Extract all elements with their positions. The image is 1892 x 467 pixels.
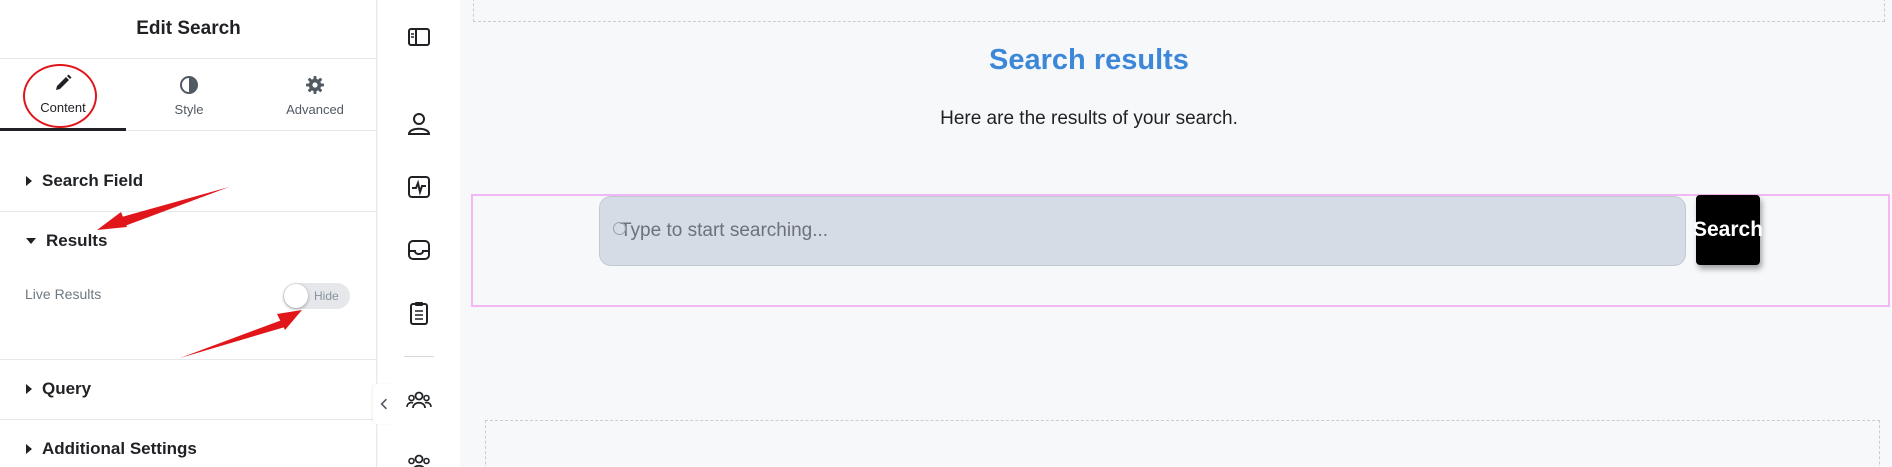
user-icon[interactable]	[402, 107, 436, 141]
caret-down-icon	[26, 238, 36, 244]
toggle-text: Hide	[314, 289, 339, 303]
users-icon[interactable]	[402, 446, 436, 467]
caret-right-icon	[26, 176, 32, 186]
clipboard-icon[interactable]	[402, 296, 436, 330]
sidebar-toggle-icon[interactable]	[402, 20, 436, 54]
toggle-knob	[284, 284, 308, 308]
panel-tabs: Content Style Advanced	[0, 60, 377, 131]
tab-style-label: Style	[174, 101, 204, 117]
caret-right-icon	[26, 384, 32, 394]
caret-right-icon	[26, 444, 32, 454]
section-results-header[interactable]: Results	[26, 231, 107, 251]
half-circle-icon	[180, 75, 198, 94]
inbox-icon[interactable]	[402, 233, 436, 267]
activity-icon[interactable]	[402, 170, 436, 204]
section-additional-settings-title: Additional Settings	[42, 439, 197, 458]
editor-panel: Edit Search Content Style Advanced Searc…	[0, 0, 377, 467]
section-placeholder-top	[473, 0, 1885, 22]
search-input[interactable]	[599, 196, 1686, 266]
section-search-field: Search Field	[0, 132, 377, 212]
section-results-title: Results	[46, 231, 108, 250]
section-search-field-header[interactable]: Search Field	[26, 171, 143, 191]
strip-divider	[404, 356, 434, 357]
users-icon[interactable]	[402, 383, 436, 417]
section-placeholder-bottom	[485, 420, 1880, 467]
section-query: Query	[0, 360, 377, 420]
search-icon	[613, 222, 626, 235]
collapse-panel-button[interactable]	[373, 384, 395, 424]
tab-advanced[interactable]: Advanced	[252, 60, 378, 131]
section-additional-settings: Additional Settings	[0, 420, 377, 467]
page-title: Search results	[989, 44, 1189, 76]
gear-icon	[306, 75, 324, 94]
section-search-field-title: Search Field	[42, 171, 144, 190]
live-results-label: Live Results	[25, 286, 102, 302]
panel-title: Edit Search	[0, 0, 377, 59]
preview-canvas: Search results Here are the results of y…	[460, 0, 1892, 467]
section-additional-settings-header[interactable]: Additional Settings	[26, 439, 197, 459]
annotation-circle	[23, 64, 97, 128]
section-query-title: Query	[42, 379, 92, 398]
tab-style[interactable]: Style	[126, 60, 252, 131]
live-results-toggle[interactable]: Hide	[283, 283, 350, 309]
tab-advanced-label: Advanced	[286, 101, 344, 117]
page-subtitle: Here are the results of your search.	[940, 108, 1238, 129]
section-query-header[interactable]: Query	[26, 379, 91, 399]
search-button[interactable]: Search	[1693, 195, 1763, 265]
chevron-left-icon	[380, 398, 387, 410]
